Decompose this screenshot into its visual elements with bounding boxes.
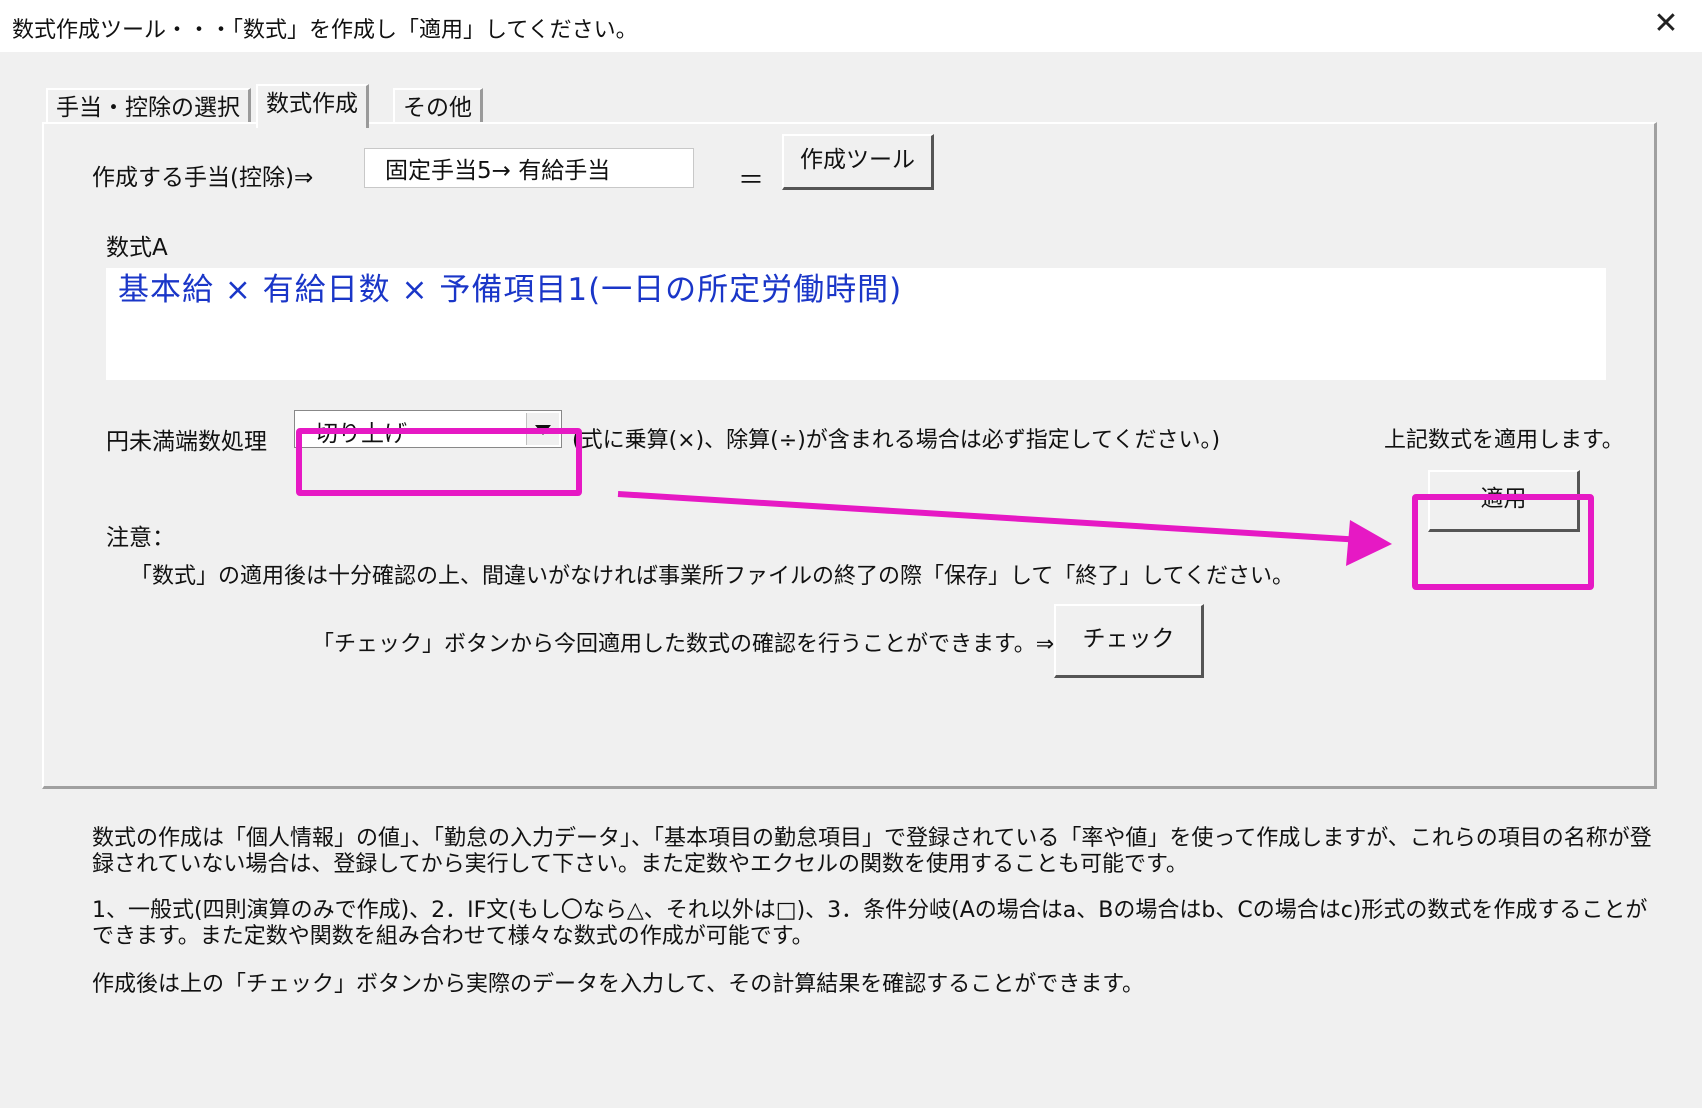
apply-button[interactable]: 適用 (1428, 470, 1580, 532)
rounding-note: (式に乗算(×)、除算(÷)が含まれる場合は必ず指定してください。) (572, 428, 1221, 453)
info-paragraph-3: 作成後は上の「チェック」ボタンから実際のデータを入力して、その計算結果を確認する… (92, 972, 1145, 997)
formula-label: 数式A (106, 235, 168, 261)
close-icon[interactable]: ✕ (1648, 6, 1684, 42)
target-label: 作成する手当(控除)⇒ (92, 165, 314, 191)
info-paragraph-2: 1、一般式(四則演算のみで作成)、2．IF文(もし〇なら△、それ以外は□)、3．… (92, 898, 1648, 949)
create-tool-button[interactable]: 作成ツール (782, 134, 934, 190)
title-bar: 数式作成ツール・・・「数式」を作成し「適用」してください。 ✕ (0, 0, 1702, 52)
rounding-label: 円未満端数処理 (106, 429, 267, 455)
chevron-down-icon[interactable] (526, 413, 559, 445)
equals-sign: ＝ (738, 166, 765, 196)
formula-text-area[interactable]: 基本給 × 有給日数 × 予備項目1(一日の所定労働時間) (106, 268, 1606, 380)
tab-formula-creation[interactable]: 数式作成 (256, 84, 369, 128)
rounding-select[interactable]: 切り上げ (294, 410, 562, 448)
caution-heading: 注意： (106, 525, 175, 551)
target-field[interactable]: 固定手当5→ 有給手当 (364, 148, 694, 188)
check-button[interactable]: チェック (1054, 604, 1204, 678)
tab-allowance-selection[interactable]: 手当・控除の選択 (46, 88, 251, 126)
tab-other[interactable]: その他 (393, 88, 483, 126)
rounding-selected-value: 切り上げ (315, 421, 407, 447)
formula-panel: 作成する手当(控除)⇒ 固定手当5→ 有給手当 ＝ 作成ツール 数式A 基本給 … (42, 122, 1657, 789)
info-paragraph-1: 数式の作成は「個人情報」の値」、「勤怠の入力データ」、「基本項目の勤怠項目」で登… (92, 826, 1652, 877)
check-caption: 「チェック」ボタンから今回適用した数式の確認を行うことができます。⇒ (312, 632, 1055, 657)
apply-caption: 上記数式を適用します。 (1384, 428, 1624, 453)
caution-text: 「数式」の適用後は十分確認の上、間違いがなければ事業所ファイルの終了の際「保存」… (130, 564, 1295, 589)
window-title: 数式作成ツール・・・「数式」を作成し「適用」してください。 (12, 18, 638, 43)
